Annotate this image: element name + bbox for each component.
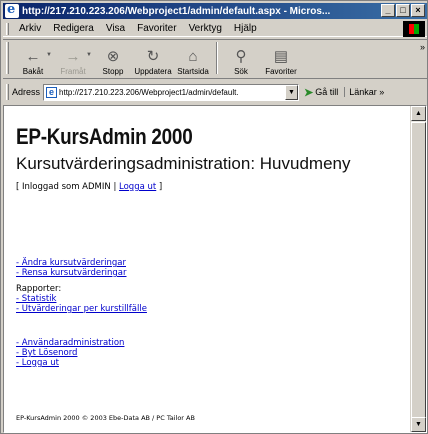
search-icon: ⚲ [235,48,247,65]
reports-label: Rapporter: [16,284,62,294]
evaluation-links: - Ändra kursutvärderingar - Rensa kursut… [16,258,127,278]
window-title: http://217.210.223.206/Webproject1/admin… [22,5,331,17]
logout-link-top[interactable]: Logga ut [119,182,156,192]
address-dropdown-button[interactable]: ▼ [285,84,299,100]
forward-arrow-icon: → [65,47,81,65]
search-button[interactable]: ⚲ Sök [221,40,261,78]
toolbar-separator [216,41,218,74]
back-dropdown-icon[interactable]: ▼ [46,52,52,58]
edit-evaluations-link[interactable]: - Ändra kursutvärderingar [16,258,126,268]
page-footer: EP-KursAdmin 2000 © 2003 Ebe-Data AB / P… [16,414,195,422]
page-viewport[interactable]: EP-KursAdmin 2000 Kursutvärderingsadmini… [3,105,427,433]
favorites-button[interactable]: ▤ Favoriter [261,40,301,78]
user-admin-link[interactable]: - Användaradministration [16,338,124,348]
toolbar-more-button[interactable]: » [420,42,425,52]
refresh-icon: ↻ [146,48,160,65]
menu-hjalp[interactable]: Hjälp [228,23,263,34]
address-input[interactable]: e http://217.210.223.206/Webproject1/adm… [43,83,300,101]
page-subtitle: Kursutvärderingsadministration: Huvudmen… [16,154,351,173]
ie-logo-icon [5,2,19,18]
go-button[interactable]: ➤ Gå till [304,86,338,99]
login-status: [ Inloggad som ADMIN | Logga ut ] [16,182,163,192]
title-bar: http://217.210.223.206/Webproject1/admin… [3,2,427,19]
refresh-button[interactable]: ↻ Uppdatera [133,40,173,78]
back-button[interactable]: ← Bakåt ▼ [13,40,53,78]
links-button[interactable]: Länkar » [344,87,384,97]
browser-window: http://217.210.223.206/Webproject1/admin… [0,0,428,434]
scroll-down-button[interactable]: ▼ [411,417,426,432]
vertical-scrollbar[interactable]: ▲ ▼ [410,106,426,432]
windows-logo-icon [403,21,425,37]
page-title: EP-KursAdmin 2000 [16,124,193,149]
close-button[interactable]: × [411,4,425,17]
reports-section: Rapporter: - Statistik - Utvärderingar p… [16,284,147,314]
minimize-button[interactable]: _ [381,4,395,17]
user-links: - Användaradministration - Byt Lösenord … [16,338,124,368]
forward-dropdown-icon[interactable]: ▼ [86,52,92,58]
menu-bar: Arkiv Redigera Visa Favoriter Verktyg Hj… [3,21,427,37]
stop-icon: ⊗ [106,48,120,65]
address-bar: Adress e http://217.210.223.206/Webproje… [3,81,427,103]
evaluations-per-course-link[interactable]: - Utvärderingar per kurstillfälle [16,304,147,314]
addressbar-grip[interactable] [6,84,9,100]
change-password-link[interactable]: - Byt Lösenord [16,348,77,358]
logout-link[interactable]: - Logga ut [16,358,59,368]
toolbar-grip[interactable] [6,41,9,74]
home-icon: ⌂ [188,47,198,65]
forward-button[interactable]: → Framåt ▼ [53,40,93,78]
standard-toolbar: ← Bakåt ▼ → Framåt ▼ ⊗ Stopp ↻ Uppdatera… [3,39,427,79]
stop-button[interactable]: ⊗ Stopp [93,40,133,78]
menu-verktyg[interactable]: Verktyg [183,23,228,34]
scroll-thumb[interactable] [411,122,426,422]
menu-visa[interactable]: Visa [100,23,131,34]
maximize-button[interactable]: □ [396,4,410,17]
go-arrow-icon: ➤ [304,86,314,99]
menu-redigera[interactable]: Redigera [47,23,100,34]
menubar-grip[interactable] [6,22,9,35]
favorites-folder-icon: ▤ [273,48,289,65]
statistics-link[interactable]: - Statistik [16,294,56,304]
menu-arkiv[interactable]: Arkiv [13,23,47,34]
page-content: EP-KursAdmin 2000 Kursutvärderingsadmini… [10,112,406,428]
address-label: Adress [12,87,41,97]
address-url[interactable]: http://217.210.223.206/Webproject1/admin… [59,88,279,97]
home-button[interactable]: ⌂ Startsida [173,40,213,78]
menu-favoriter[interactable]: Favoriter [131,23,182,34]
clear-evaluations-link[interactable]: - Rensa kursutvärderingar [16,268,127,278]
scroll-up-button[interactable]: ▲ [411,106,426,121]
back-arrow-icon: ← [25,47,41,65]
page-icon: e [46,86,58,98]
